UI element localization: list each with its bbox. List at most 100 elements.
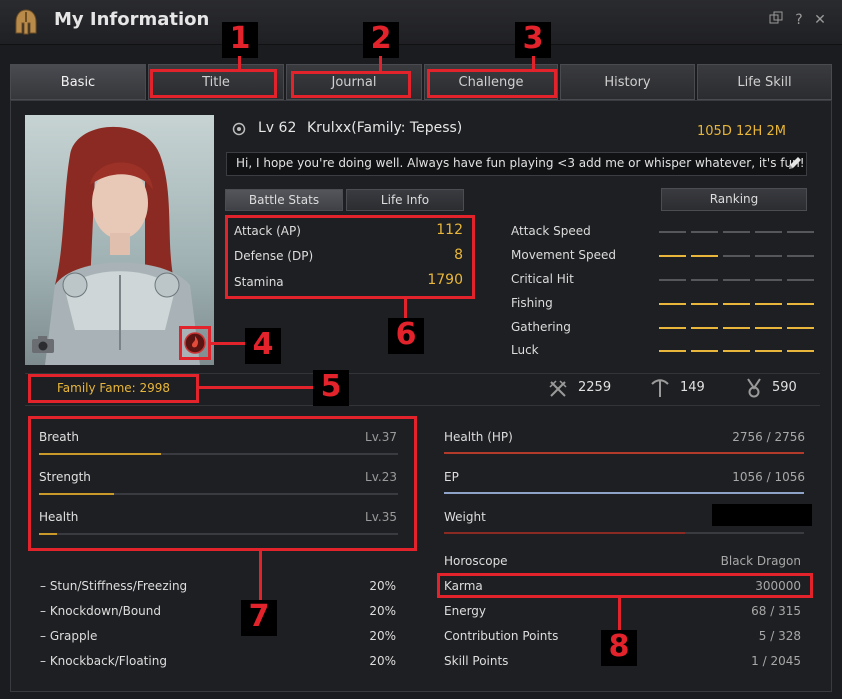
subtab-battle-stats[interactable]: Battle Stats — [225, 189, 343, 211]
speed-level-dash — [723, 303, 750, 305]
window-title: My Information — [54, 9, 210, 30]
ranking-button[interactable]: Ranking — [661, 188, 807, 211]
annotation-line-5 — [198, 386, 314, 389]
attack-speed-label: Attack Speed — [511, 224, 591, 238]
speed-level-dash — [787, 279, 814, 281]
annotation-number-1: 1 — [222, 22, 258, 58]
speed-level-dash — [755, 255, 782, 257]
annotation-line-1 — [238, 56, 241, 71]
speed-level-dash — [691, 350, 718, 352]
annotation-line-2 — [379, 56, 382, 73]
close-icon[interactable]: ✕ — [811, 11, 829, 29]
speed-level-dash — [659, 303, 686, 305]
pickaxe-icon — [651, 379, 669, 397]
annotation-box-fame — [28, 374, 199, 403]
resist-knockdown-label: – Knockdown/Bound — [40, 604, 162, 618]
speed-level-dash — [787, 303, 814, 305]
speed-level-dash — [691, 255, 718, 257]
speed-level-dash — [691, 327, 718, 329]
annotation-number-8: 8 — [601, 630, 637, 666]
resist-stun-value: 20% — [369, 579, 396, 593]
playtime-minutes: 2 — [766, 124, 775, 139]
annotation-box-journal-tab — [291, 71, 411, 98]
speed-level-dash — [755, 350, 782, 352]
speed-level-dash — [659, 255, 686, 257]
speed-level-dash — [787, 255, 814, 257]
level-label: Lv 62 — [258, 120, 296, 136]
life-fame-value: 149 — [680, 380, 705, 395]
camera-icon[interactable] — [31, 334, 55, 354]
pencil-icon[interactable] — [786, 154, 804, 172]
resist-knockdown-value: 20% — [369, 604, 396, 618]
luck-label: Luck — [511, 343, 539, 357]
annotation-box-combat-stats — [225, 215, 475, 299]
annotation-box-flame — [179, 326, 211, 360]
speed-level-dash — [723, 327, 750, 329]
hp-value: 2756 / 2756 — [732, 430, 805, 444]
speed-level-dash — [723, 255, 750, 257]
energy-label: Energy — [444, 604, 487, 618]
ep-bar — [444, 492, 804, 494]
speed-level-dash — [755, 279, 782, 281]
combat-fame-value: 2259 — [578, 380, 612, 395]
speed-level-dash — [691, 303, 718, 305]
divider — [25, 405, 820, 406]
skill-points-label: Skill Points — [444, 654, 509, 668]
annotation-line-3 — [532, 56, 535, 71]
contribution-value: 5 / 328 — [758, 629, 801, 643]
class-emblem-icon — [232, 122, 246, 136]
greeting-message[interactable]: Hi, I hope you're doing well. Always hav… — [226, 152, 807, 176]
annotation-box-karma — [437, 573, 813, 598]
crossed-swords-icon — [549, 380, 567, 397]
resist-grapple-label: – Grapple — [40, 629, 98, 643]
speed-level-dash — [787, 327, 814, 329]
annotation-number-3: 3 — [515, 22, 551, 58]
help-icon[interactable]: ? — [790, 11, 808, 29]
resist-knockback-value: 20% — [369, 654, 396, 668]
speed-level-dash — [755, 327, 782, 329]
ep-label: EP — [444, 470, 459, 484]
ep-value: 1056 / 1056 — [732, 470, 805, 484]
playtime: 105D 12H 2M — [697, 124, 786, 139]
speed-level-dash — [659, 327, 686, 329]
specialty-fame-value: 590 — [772, 380, 797, 395]
annotation-line-8 — [618, 597, 621, 631]
tab-history[interactable]: History — [560, 64, 695, 100]
annotation-box-life-stats — [28, 416, 417, 551]
annotation-number-2: 2 — [363, 22, 399, 58]
speed-level-dash — [787, 350, 814, 352]
annotation-line-7 — [259, 550, 262, 602]
speed-level-dash — [659, 279, 686, 281]
speed-level-dash — [723, 279, 750, 281]
tab-basic[interactable]: Basic — [10, 64, 146, 100]
critical-hit-label: Critical Hit — [511, 272, 574, 286]
annotation-number-7: 7 — [241, 600, 277, 636]
hp-label: Health (HP) — [444, 430, 513, 444]
resist-grapple-value: 20% — [369, 629, 396, 643]
horoscope-value: Black Dragon — [720, 554, 801, 568]
weight-bar — [444, 532, 804, 534]
subtab-life-info[interactable]: Life Info — [346, 189, 464, 211]
tab-life-skill[interactable]: Life Skill — [697, 64, 832, 100]
resist-stun-label: – Stun/Stiffness/Freezing — [40, 579, 188, 593]
resist-knockback-label: – Knockback/Floating — [40, 654, 167, 668]
contribution-label: Contribution Points — [444, 629, 559, 643]
annotation-number-6: 6 — [388, 318, 424, 354]
weight-label: Weight — [444, 510, 486, 524]
weight-value-redacted — [712, 504, 812, 526]
annotation-number-5: 5 — [313, 370, 349, 406]
horoscope-label: Horoscope — [444, 554, 508, 568]
speed-level-dash — [723, 231, 750, 233]
movement-speed-label: Movement Speed — [511, 248, 616, 262]
level-prefix: Lv — [258, 120, 275, 136]
character-name: Krulxx(Family: Tepess) — [307, 120, 463, 136]
restore-icon[interactable] — [767, 11, 785, 29]
speed-level-dash — [659, 231, 686, 233]
gathering-label: Gathering — [511, 320, 571, 334]
speed-level-dash — [755, 303, 782, 305]
annotation-line-4 — [210, 342, 246, 345]
playtime-days: 105 — [697, 124, 722, 139]
annotation-box-challenge-tab — [427, 69, 557, 98]
speed-level-dash — [723, 350, 750, 352]
helmet-icon — [15, 9, 37, 35]
